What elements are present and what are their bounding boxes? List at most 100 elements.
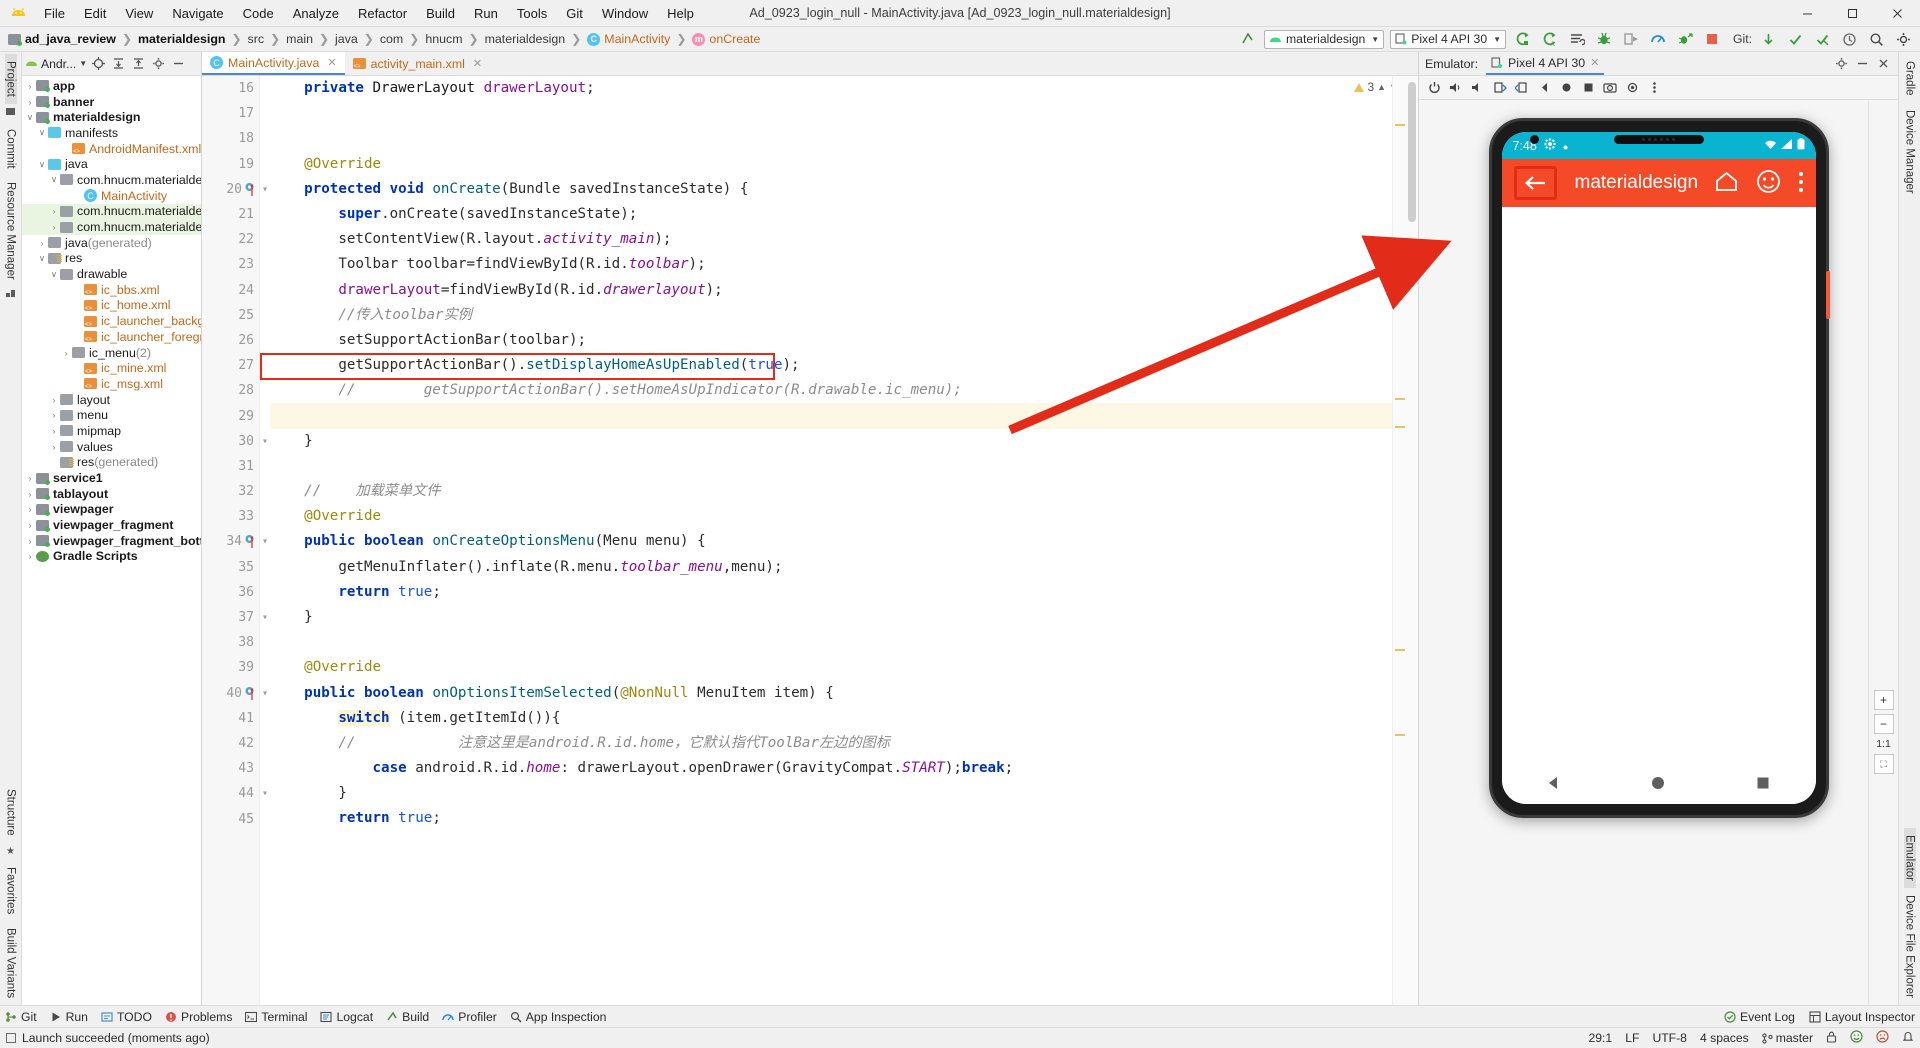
breadcrumb-java[interactable]: java xyxy=(335,32,358,46)
fold-marker-icon[interactable]: ▾ xyxy=(262,529,268,554)
fold-marker-icon[interactable]: ▾ xyxy=(262,781,268,806)
code-line[interactable]: return true; xyxy=(270,580,1392,605)
tree-node[interactable]: ic_launcher_backgro xyxy=(22,313,201,329)
minimize-button[interactable] xyxy=(1785,0,1830,26)
toolwindow-terminal[interactable]: Terminal xyxy=(245,1010,307,1024)
code-line[interactable]: getSupportActionBar().setDisplayHomeAsUp… xyxy=(270,353,1392,378)
line-number[interactable]: 28 xyxy=(202,378,259,403)
tree-node[interactable]: › Gradle Scripts xyxy=(22,549,201,565)
line-separator[interactable]: LF xyxy=(1625,1031,1639,1045)
app-content-area[interactable] xyxy=(1501,207,1816,764)
menu-file[interactable]: File xyxy=(35,3,74,24)
toolwindow-profiler[interactable]: Profiler xyxy=(442,1010,497,1024)
rerun-icon[interactable] xyxy=(1566,29,1587,50)
close-icon[interactable]: ✕ xyxy=(473,57,482,70)
gear-icon[interactable] xyxy=(1833,55,1850,72)
menu-git[interactable]: Git xyxy=(557,3,592,24)
line-number[interactable]: 26 xyxy=(202,328,259,353)
gutter-run-marker-icon[interactable] xyxy=(245,686,254,701)
emulator-zoom-controls[interactable]: + − 1:1 ⛶ xyxy=(1868,100,1898,1005)
line-number[interactable]: 21 xyxy=(202,202,259,227)
breadcrumb-module[interactable]: materialdesign xyxy=(138,32,225,46)
overflow-menu-icon[interactable] xyxy=(1798,171,1804,196)
android-navigation-bar[interactable] xyxy=(1501,764,1816,804)
code-line[interactable] xyxy=(270,126,1392,151)
search-icon[interactable] xyxy=(1866,29,1887,50)
line-number[interactable]: 45 xyxy=(202,806,259,831)
twisty-icon[interactable]: › xyxy=(24,504,36,514)
rail-structure-button[interactable]: Structure xyxy=(5,782,17,843)
tree-node[interactable]: › viewpager xyxy=(22,502,201,518)
indent-setting[interactable]: 4 spaces xyxy=(1700,1031,1749,1045)
twisty-icon[interactable]: › xyxy=(24,520,36,530)
code-line[interactable]: // 注意这里是android.R.id.home，它默认指代ToolBar左边… xyxy=(270,731,1392,756)
tree-node[interactable]: AndroidManifest.xml xyxy=(22,141,201,157)
app-bar-actions[interactable] xyxy=(1714,169,1804,197)
close-icon[interactable]: ✕ xyxy=(327,56,336,69)
tool-window-bar[interactable]: Git Run TODO Problems Terminal Logcat Bu… xyxy=(0,1005,1920,1027)
line-number[interactable]: 32 xyxy=(202,479,259,504)
git-push-icon[interactable] xyxy=(1812,29,1833,50)
tree-node[interactable]: › com.hnucm.materialdes xyxy=(22,219,201,235)
line-number[interactable]: 17 xyxy=(202,101,259,126)
twisty-icon[interactable]: › xyxy=(48,222,60,232)
rail-commit-button[interactable]: Commit xyxy=(5,122,17,176)
tree-node[interactable]: › values xyxy=(22,439,201,455)
face-icon[interactable] xyxy=(1756,169,1781,197)
home-icon[interactable] xyxy=(1714,170,1739,196)
code-line[interactable]: private DrawerLayout drawerLayout; xyxy=(270,76,1392,101)
apply-changes-icon[interactable] xyxy=(1512,29,1533,50)
tree-node[interactable]: ic_mine.xml xyxy=(22,360,201,376)
volume-up-icon[interactable] xyxy=(1446,78,1466,98)
tree-node[interactable]: ∨ manifests xyxy=(22,125,201,141)
code-line[interactable]: ▾ public boolean onOptionsItemSelected(@… xyxy=(262,681,1392,706)
gutter-run-marker-icon[interactable] xyxy=(245,534,254,549)
line-number[interactable]: 37 xyxy=(202,605,259,630)
menu-tools[interactable]: Tools xyxy=(508,3,556,24)
line-number[interactable]: 34 xyxy=(202,529,259,554)
code-line[interactable]: case android.R.id.home: drawerLayout.ope… xyxy=(270,756,1392,781)
line-number[interactable]: 38 xyxy=(202,630,259,655)
tree-node[interactable]: › layout xyxy=(22,392,201,408)
inspection-strip[interactable] xyxy=(1392,76,1406,1005)
file-encoding[interactable]: UTF-8 xyxy=(1652,1031,1687,1045)
menu-code[interactable]: Code xyxy=(234,3,283,24)
rotate-left-icon[interactable] xyxy=(1490,78,1510,98)
volume-down-icon[interactable] xyxy=(1468,78,1488,98)
twisty-icon[interactable]: › xyxy=(24,551,36,561)
tree-node[interactable]: C MainActivity xyxy=(22,188,201,204)
toolwindow-git[interactable]: Git xyxy=(5,1010,37,1024)
twisty-icon[interactable]: › xyxy=(24,536,36,546)
hide-panel-icon[interactable] xyxy=(170,55,187,72)
device-selector[interactable]: Pixel 4 API 30 ▼ xyxy=(1390,29,1507,49)
code-line[interactable] xyxy=(270,630,1392,655)
twisty-icon[interactable]: › xyxy=(48,410,60,420)
home-icon[interactable] xyxy=(1556,78,1576,98)
gear-icon[interactable] xyxy=(1893,29,1914,50)
emulated-device[interactable]: 7:48 materialdesign xyxy=(1488,118,1830,818)
code-line[interactable]: ▾ } xyxy=(262,605,1392,630)
menu-analyze[interactable]: Analyze xyxy=(284,3,348,24)
breadcrumb-project[interactable]: ad_java_review xyxy=(8,32,116,46)
more-icon[interactable] xyxy=(1644,78,1664,98)
attach-debugger-icon[interactable] xyxy=(1620,29,1641,50)
twisty-icon[interactable]: ∨ xyxy=(36,253,48,264)
line-number[interactable]: 43 xyxy=(202,756,259,781)
code-line[interactable]: drawerLayout=findViewById(R.id.drawerlay… xyxy=(270,278,1392,303)
tree-node[interactable]: › com.hnucm.materialdes xyxy=(22,203,201,220)
tab-activity-main-xml[interactable]: activity_main.xml ✕ xyxy=(345,52,491,75)
line-number[interactable]: 33 xyxy=(202,504,259,529)
tree-node[interactable]: › service1 xyxy=(22,470,201,486)
twisty-icon[interactable]: › xyxy=(48,442,60,452)
rail-device-file-explorer-button[interactable]: Device File Explorer xyxy=(1904,888,1916,1005)
menu-bar[interactable]: File Edit View Navigate Code Analyze Ref… xyxy=(35,3,703,24)
fold-marker-icon[interactable]: ▾ xyxy=(262,681,268,706)
line-number[interactable]: 40 xyxy=(202,681,259,706)
editor-tabs[interactable]: C MainActivity.java ✕ activity_main.xml … xyxy=(202,52,1418,76)
menu-window[interactable]: Window xyxy=(593,3,657,24)
twisty-icon[interactable]: › xyxy=(24,473,36,483)
actual-size-button[interactable]: 1:1 xyxy=(1876,738,1891,750)
back-icon[interactable] xyxy=(1534,78,1554,98)
menu-refactor[interactable]: Refactor xyxy=(349,3,416,24)
twisty-icon[interactable]: ∨ xyxy=(48,174,60,185)
